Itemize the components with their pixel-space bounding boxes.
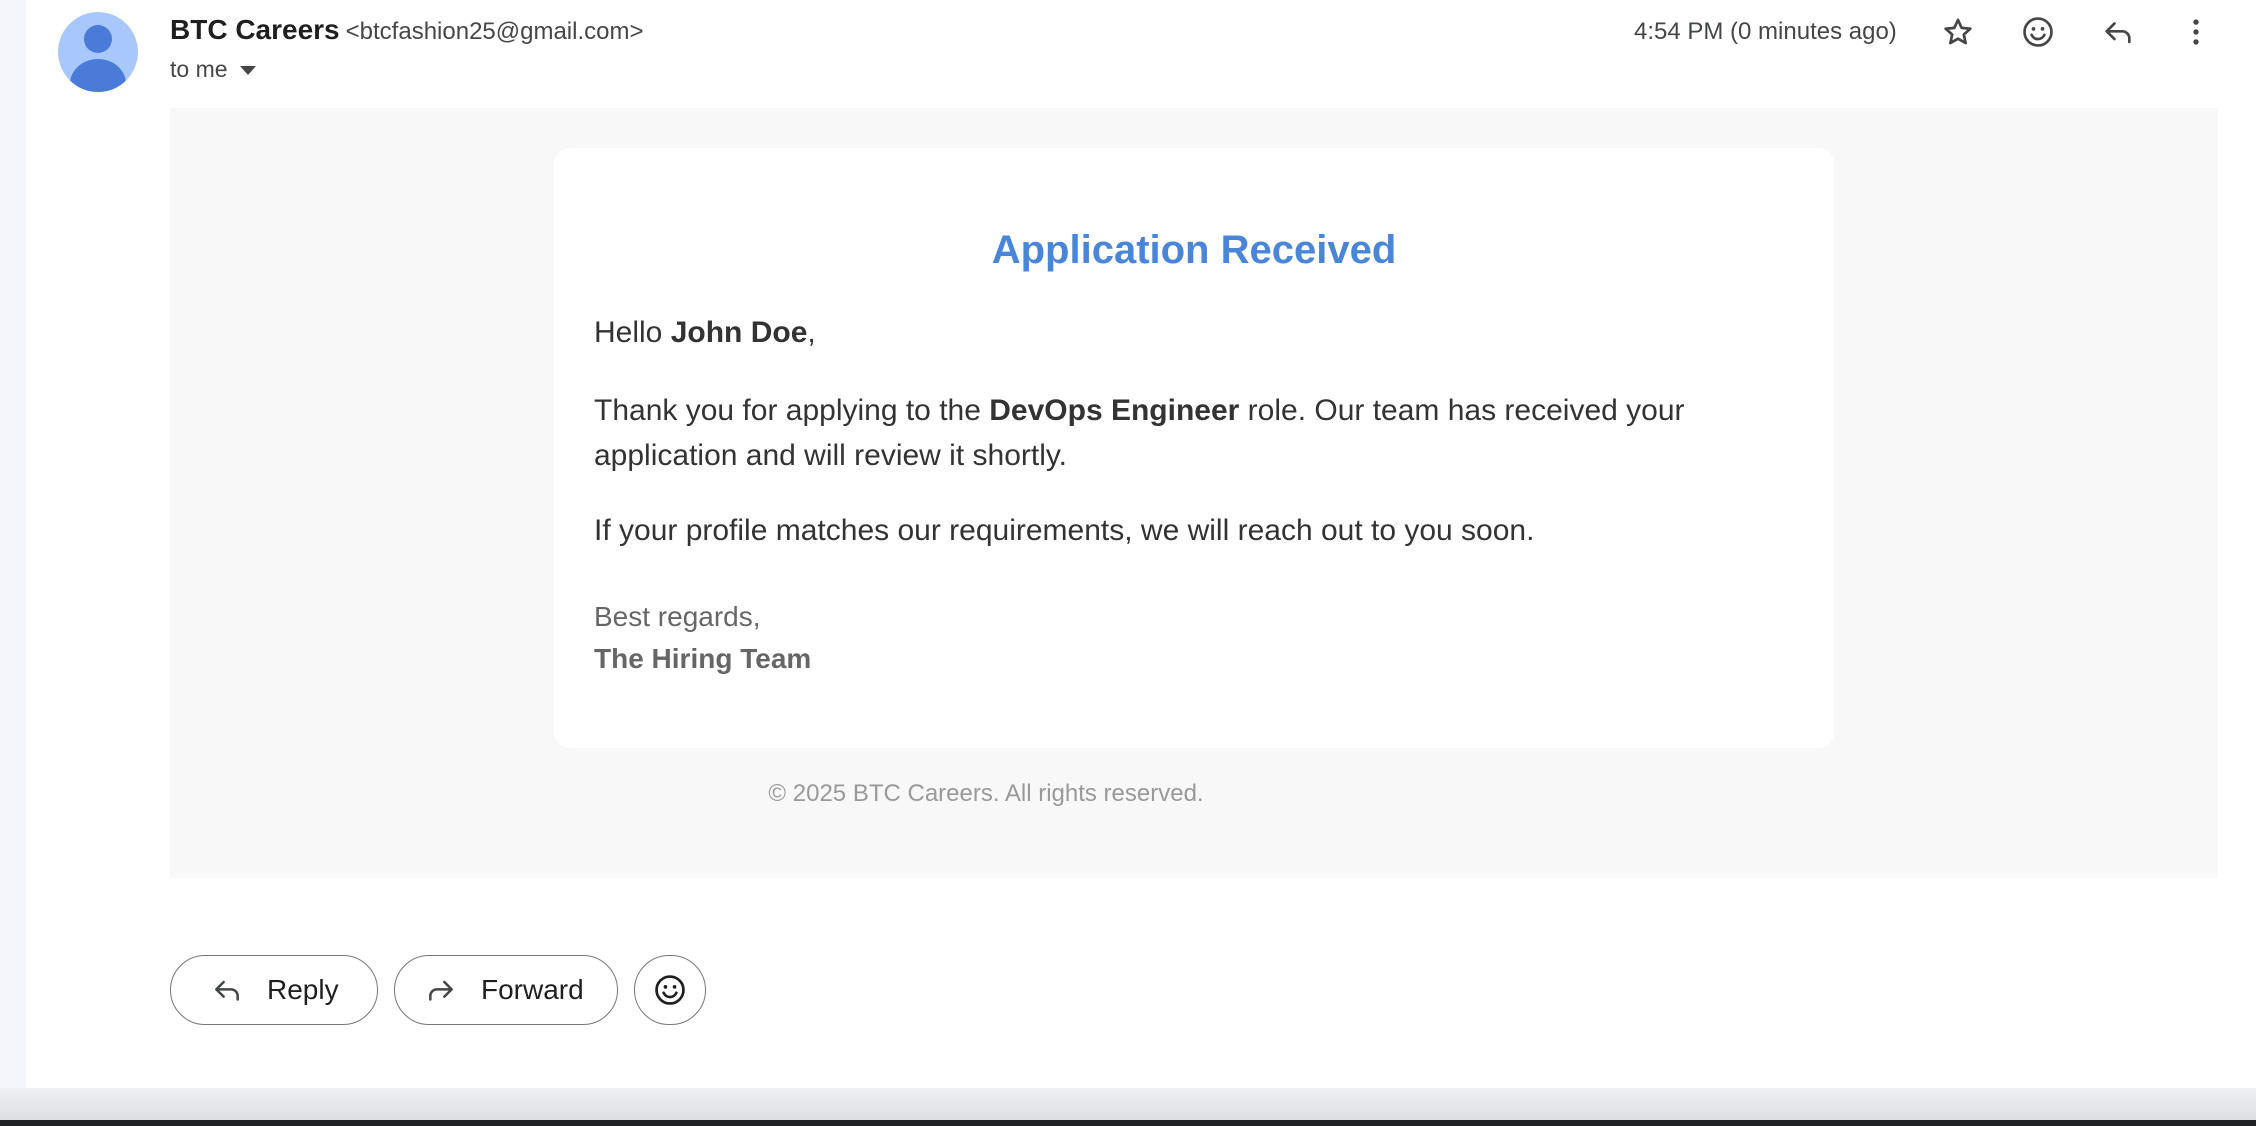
greeting-prefix: Hello: [594, 316, 671, 349]
more-vert-icon[interactable]: [2174, 10, 2218, 54]
emoji-reaction-button[interactable]: [634, 955, 706, 1025]
greeting-suffix: ,: [807, 316, 816, 349]
paragraph-application: Thank you for applying to the DevOps Eng…: [594, 388, 1794, 478]
forward-button[interactable]: Forward: [394, 955, 618, 1025]
signoff-text: Best regards,: [594, 601, 761, 632]
avatar-head-shape: [84, 25, 112, 53]
signature: Best regards, The Hiring Team: [594, 596, 811, 680]
team-name: The Hiring Team: [594, 643, 812, 674]
reply-icon[interactable]: [2096, 10, 2140, 54]
email-timestamp: 4:54 PM (0 minutes ago): [1634, 18, 1897, 45]
greeting: Hello John Doe,: [594, 310, 1794, 355]
email-body: Application Received Hello John Doe, Tha…: [170, 108, 2218, 878]
reply-button[interactable]: Reply: [170, 955, 378, 1025]
role-name: DevOps Engineer: [989, 394, 1240, 427]
emoji-reaction-icon[interactable]: [2016, 10, 2060, 54]
copyright-text: © 2025 BTC Careers. All rights reserved.: [768, 780, 1204, 807]
sender-avatar[interactable]: [58, 12, 138, 92]
recipients-toggle[interactable]: to me: [170, 56, 256, 83]
reply-label: Reply: [267, 974, 339, 1005]
recipient-name: John Doe: [670, 316, 808, 349]
bottom-window-bar: [0, 1088, 2256, 1126]
star-icon[interactable]: [1936, 10, 1980, 54]
reply-icon: [209, 972, 245, 1008]
paragraph-prefix: Thank you for applying to the: [594, 394, 990, 427]
bottom-edge-strip: [0, 1120, 2256, 1126]
sender-line: BTC Careers <btcfashion25@gmail.com>: [170, 14, 644, 46]
email-card: Application Received Hello John Doe, Tha…: [554, 148, 1834, 748]
emoji-icon: [652, 972, 688, 1008]
avatar-body-shape: [70, 59, 126, 92]
sender-name[interactable]: BTC Careers: [170, 14, 340, 45]
sender-email: <btcfashion25@gmail.com>: [345, 18, 644, 45]
caret-down-icon[interactable]: [239, 66, 256, 75]
paragraph-followup: If your profile matches our requirements…: [594, 514, 1535, 547]
recipients-label: to me: [170, 56, 228, 82]
email-footer: © 2025 BTC Careers. All rights reserved.: [170, 780, 2218, 808]
email-heading: Application Received: [991, 228, 1397, 272]
forward-icon: [423, 972, 459, 1008]
forward-label: Forward: [481, 974, 584, 1005]
